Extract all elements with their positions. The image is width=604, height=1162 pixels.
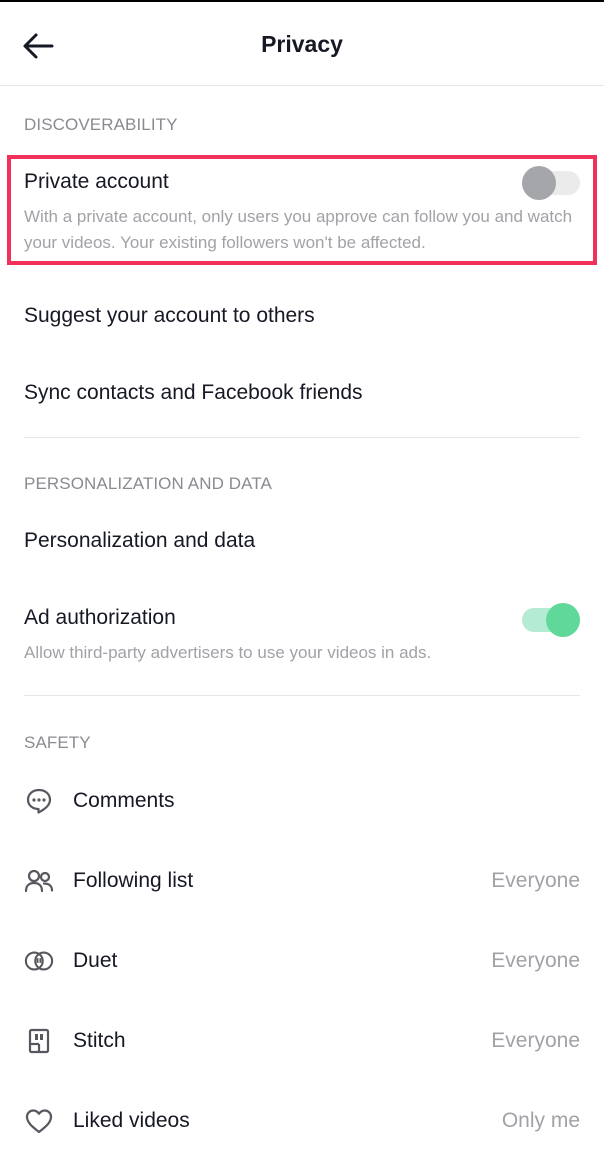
safety-item-label: Comments: [73, 789, 175, 812]
toggle-knob: [522, 166, 556, 200]
ad-authorization-description: Allow third-party advertisers to use you…: [24, 643, 432, 662]
comment-icon: [24, 786, 54, 816]
sync-contacts-item[interactable]: Sync contacts and Facebook friends: [24, 381, 363, 405]
ad-authorization-label[interactable]: Ad authorization: [24, 606, 176, 630]
private-account-toggle[interactable]: [522, 166, 580, 200]
section-title-discoverability: DISCOVERABILITY: [24, 115, 178, 134]
safety-item-value: Only me: [501, 1109, 580, 1132]
private-account-label[interactable]: Private account: [24, 170, 169, 194]
personalization-data-item[interactable]: Personalization and data: [24, 529, 255, 553]
people-icon: [24, 866, 54, 896]
safety-item-stitch[interactable]: Stitch Everyone: [0, 1010, 604, 1070]
safety-item-value: Everyone: [491, 869, 580, 892]
section-title-safety: SAFETY: [24, 733, 91, 752]
divider: [24, 437, 580, 438]
heart-icon: [24, 1106, 54, 1136]
safety-item-value: Everyone: [491, 1029, 580, 1052]
safety-item-label: Following list: [73, 869, 194, 892]
stitch-icon: [24, 1026, 54, 1056]
toggle-knob: [546, 603, 580, 637]
divider: [24, 695, 580, 696]
safety-item-label: Stitch: [73, 1029, 126, 1052]
section-title-personalization: PERSONALIZATION AND DATA: [24, 474, 272, 493]
header-bar: Privacy: [0, 2, 604, 86]
safety-item-liked-videos[interactable]: Liked videos Only me: [0, 1090, 604, 1150]
safety-item-following-list[interactable]: Following list Everyone: [0, 850, 604, 910]
safety-item-comments[interactable]: Comments: [0, 770, 604, 830]
suggest-account-item[interactable]: Suggest your account to others: [24, 304, 315, 328]
safety-item-value: Everyone: [491, 949, 580, 972]
ad-authorization-toggle[interactable]: [522, 603, 580, 637]
duet-icon: [24, 946, 54, 976]
page-title: Privacy: [261, 31, 343, 57]
safety-item-label: Liked videos: [73, 1109, 190, 1132]
safety-item-duet[interactable]: Duet Everyone: [0, 930, 604, 990]
safety-item-label: Duet: [73, 949, 118, 972]
private-account-description: With a private account, only users you a…: [24, 207, 573, 252]
